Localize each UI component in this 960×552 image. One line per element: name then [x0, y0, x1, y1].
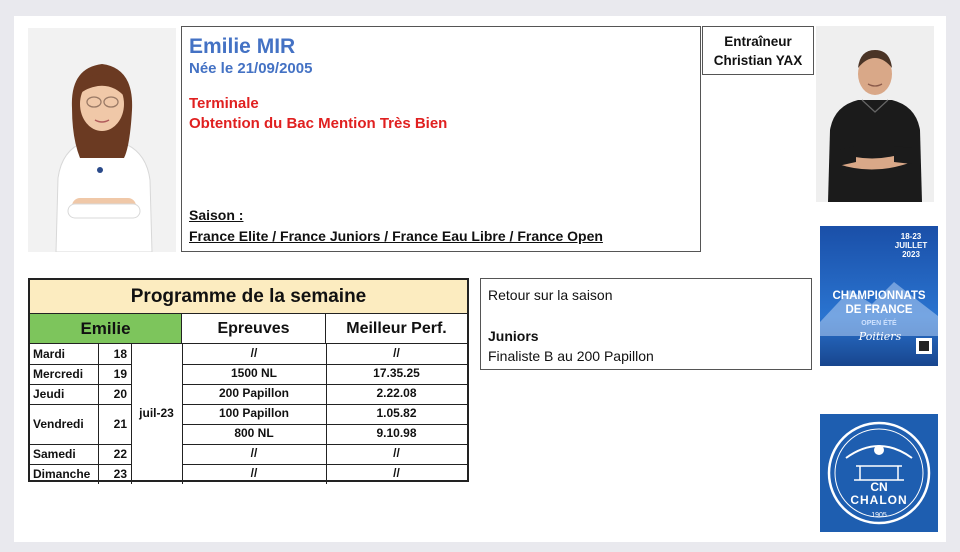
programme-day: Mardi: [33, 346, 66, 361]
poster-title-line1: CHAMPIONNATS: [832, 290, 926, 302]
programme-date: 20: [113, 386, 127, 401]
athlete-photo: [28, 28, 176, 252]
season-label: Saison :: [189, 207, 244, 223]
events-column-header: Epreuves: [182, 314, 326, 344]
championship-poster: 18-23 JUILLET 2023 CHAMPIONNATS DE FRANC…: [820, 226, 938, 390]
season-competitions: France Elite / France Juniors / France E…: [189, 228, 603, 244]
poster-dates: 18-23 JUILLET 2023: [894, 232, 928, 259]
programme-event: 200 Papillon: [218, 386, 290, 400]
club-logo: CN CHALON 1905: [820, 414, 938, 532]
athlete-info-box: Emilie MIR Née le 21/09/2005 Terminale O…: [181, 26, 701, 252]
programme-event: 800 NL: [234, 426, 274, 440]
season-block: Saison : France Elite / France Juniors /…: [189, 205, 603, 247]
programme-date: 21: [113, 416, 127, 431]
school-level: Terminale: [189, 95, 259, 112]
programme-day: Samedi: [33, 446, 76, 461]
programme-day: Mercredi: [33, 366, 84, 381]
programme-date: 19: [113, 366, 127, 381]
best-performance-column-header: Meilleur Perf.: [326, 314, 467, 344]
programme-best-performance: 17.35.25: [373, 366, 420, 380]
programme-title: Programme de la semaine: [30, 280, 467, 314]
programme-athlete-header: Emilie: [30, 314, 182, 344]
club-logo-cn: CN: [870, 480, 888, 494]
row-divider: [30, 404, 131, 405]
club-logo-year: 1905: [871, 512, 887, 519]
programme-date: 18: [113, 346, 127, 361]
programme-best-performance: 2.22.08: [376, 386, 417, 400]
review-category: Juniors: [488, 328, 539, 344]
season-review-box: Retour sur la saison Juniors Finaliste B…: [480, 278, 812, 370]
slide: Emilie MIR Née le 21/09/2005 Terminale O…: [14, 16, 946, 542]
poster-city: Poitiers: [858, 330, 902, 343]
programme-date: 23: [113, 466, 127, 481]
programme-event: 100 Papillon: [218, 406, 290, 420]
programme-event: //: [250, 466, 258, 480]
programme-day: Jeudi: [33, 386, 65, 401]
weekly-programme-table: Programme de la semaine Emilie Epreuves …: [28, 278, 469, 484]
programme-best-performance: //: [393, 346, 400, 360]
review-heading: Retour sur la saison: [488, 287, 613, 303]
school-achievement: Obtention du Bac Mention Très Bien: [189, 115, 448, 132]
poster-title-line2: DE FRANCE: [845, 304, 913, 316]
coach-photo: [816, 26, 934, 202]
programme-best-performance: //: [393, 446, 400, 460]
programme-event: 1500 NL: [230, 366, 278, 380]
athlete-birthdate: Née le 21/09/2005: [189, 60, 313, 77]
programme-event: //: [250, 446, 258, 460]
review-result: Finaliste B au 200 Papillon: [488, 348, 654, 364]
programme-event: //: [250, 346, 258, 360]
athlete-name: Emilie MIR: [189, 35, 296, 58]
programme-best-performance: 9.10.98: [376, 426, 417, 440]
coach-title: Entraîneur: [724, 34, 792, 49]
club-logo-chalon: CHALON: [850, 493, 908, 507]
programme-best-performance: 1.05.82: [376, 406, 417, 420]
coach-name: Christian YAX: [713, 53, 803, 68]
programme-day: Dimanche: [33, 466, 91, 481]
programme-month: juil-23: [139, 406, 174, 420]
programme-day: Vendredi: [33, 416, 84, 431]
poster-subtitle: OPEN ÉTÉ: [861, 320, 897, 327]
programme-date: 22: [113, 446, 127, 461]
coach-box: Entraîneur Christian YAX: [702, 26, 814, 75]
programme-best-performance: //: [393, 466, 400, 480]
